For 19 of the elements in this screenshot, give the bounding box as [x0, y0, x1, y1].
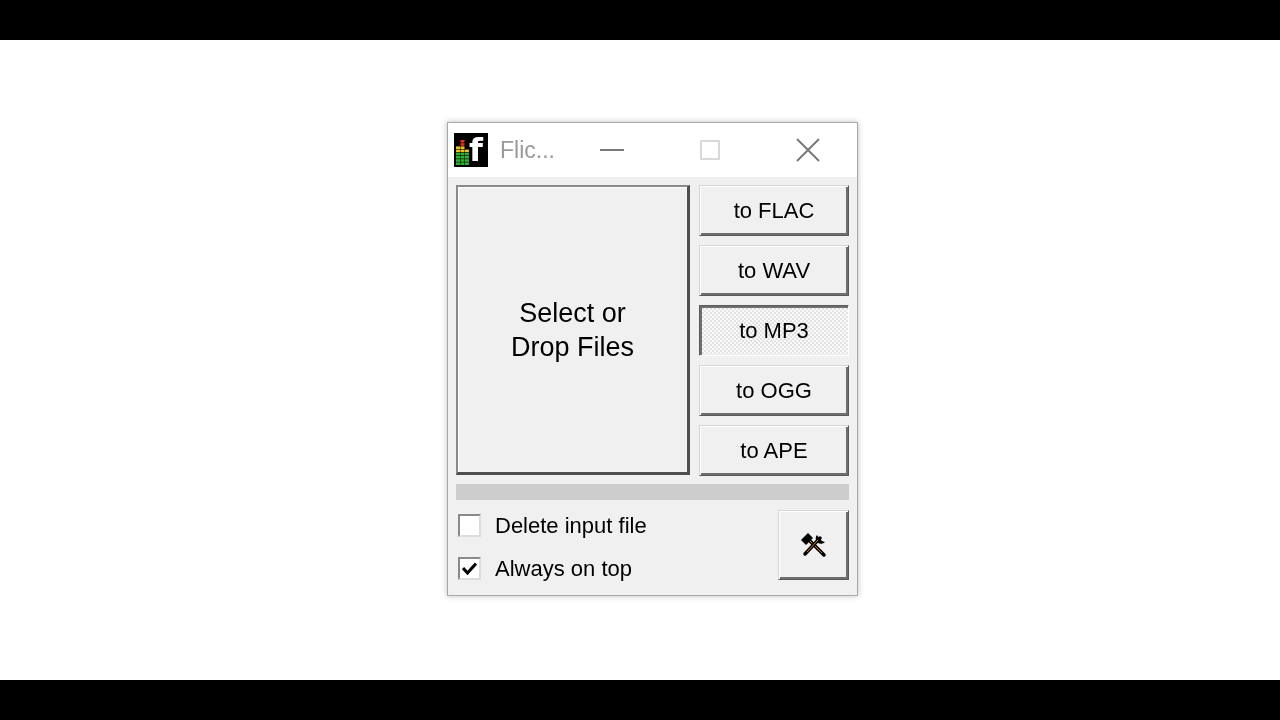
- convert-button[interactable]: to FLAC: [699, 185, 849, 236]
- convert-button[interactable]: to OGG: [699, 365, 849, 416]
- maximize-icon: [700, 140, 720, 160]
- select-files-button[interactable]: Select or Drop Files: [456, 185, 690, 475]
- convert-button[interactable]: to APE: [699, 425, 849, 476]
- checkbox-label: Delete input file: [495, 514, 647, 537]
- window-title: Flic...: [500, 138, 555, 162]
- hammer-wrench-icon: [799, 531, 828, 559]
- checkmark-icon: [462, 562, 477, 575]
- checkbox-label: Always on top: [495, 557, 632, 580]
- close-icon: [796, 138, 820, 162]
- settings-button[interactable]: [778, 510, 849, 580]
- convert-button[interactable]: to WAV: [699, 245, 849, 296]
- checkbox[interactable]: [458, 514, 481, 537]
- minimize-icon: [600, 149, 624, 151]
- equalizer-bars-icon: [456, 140, 470, 166]
- logo-letter: f: [469, 134, 483, 166]
- checkbox[interactable]: [458, 557, 481, 580]
- convert-button[interactable]: to MP3: [699, 305, 849, 356]
